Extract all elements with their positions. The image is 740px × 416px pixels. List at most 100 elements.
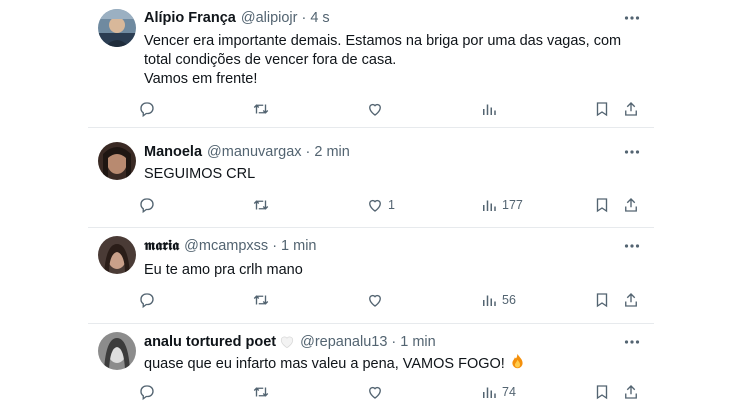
tweet-actions [138,97,642,121]
author-handle[interactable]: @mcampxss [184,238,268,254]
reply-icon [140,293,154,309]
author-handle[interactable]: @alipiojr [241,10,298,26]
tweet-text-line: Eu te amo pra crlh mano [144,262,303,278]
tweet[interactable]: Manoela @manuvargax · 2 min SEGUIMOS CRL… [88,128,654,228]
like-button[interactable]: 1 [366,193,395,217]
tweet-time[interactable]: 1 min [281,238,316,254]
retweet-icon [253,104,269,114]
tweet[interactable]: Alípio França @alipiojr · 4 s Vencer era… [88,0,654,128]
share-icon [625,198,637,212]
tweet-text-line: total condições de vencer fora de casa. [144,52,397,68]
reply-button[interactable] [138,193,160,217]
views-chart-icon [483,200,496,211]
author-handle[interactable]: @manuvargax [207,144,302,160]
views-button[interactable]: 177 [480,193,523,217]
bookmark-icon [596,198,608,213]
retweet-icon [253,200,269,210]
tweet-header: analu tortured poet @repanalu13 · 1 min [144,332,648,352]
share-button[interactable] [622,288,640,312]
tweet-actions: 74 [138,380,642,404]
tweet-header: 𝖒𝖆𝖗𝖎𝖆 @mcampxss · 1 min [144,236,648,256]
tweet-time[interactable]: 1 min [400,334,435,350]
like-button[interactable] [366,380,388,404]
tweet-text-line: Vamos em frente! [144,71,258,87]
views-chart-icon [483,104,496,115]
avatar[interactable] [98,9,136,47]
bookmark-button[interactable] [593,193,611,217]
author-name[interactable]: 𝖒𝖆𝖗𝖎𝖆 [144,238,179,254]
heart-icon [369,294,381,307]
white-heart-icon [281,336,294,349]
tweet[interactable]: analu tortured poet @repanalu13 · 1 min … [88,324,654,416]
heart-icon [369,386,381,399]
retweet-button[interactable] [252,380,274,404]
tweet-text: Vencer era importante demais. Estamos na… [144,32,634,89]
reply-button[interactable] [138,97,156,121]
bookmark-icon [596,102,608,117]
share-button[interactable] [622,193,640,217]
like-button[interactable] [366,97,384,121]
author-name[interactable]: analu tortured poet [144,334,276,350]
share-button[interactable] [622,97,640,121]
bookmark-button[interactable] [593,288,611,312]
tweet-actions: 1 177 [138,193,642,217]
tweet-text-line: SEGUIMOS CRL [144,166,256,182]
share-icon [625,102,637,116]
reply-button[interactable] [138,288,160,312]
fire-emoji-icon [512,353,523,369]
avatar[interactable] [98,142,136,180]
bookmark-button[interactable] [593,97,611,121]
more-options-icon[interactable] [620,8,644,28]
tweet-header: Alípio França @alipiojr · 4 s [144,8,648,28]
bookmark-icon [596,385,608,400]
author-name[interactable]: Alípio França [144,10,236,26]
heart-icon [369,199,381,212]
avatar[interactable] [98,332,136,370]
like-count: 1 [388,198,395,212]
retweet-icon [253,387,269,397]
tweet-text-line: Vencer era importante demais. Estamos na… [144,33,622,49]
separator: · [305,144,311,160]
heart-icon [369,103,381,116]
reply-icon [140,385,154,401]
author-name[interactable]: Manoela [144,144,202,160]
tweet-time[interactable]: 2 min [314,144,349,160]
views-chart-icon [483,387,496,398]
tweet-time[interactable]: 4 s [310,10,329,26]
tweet-timeline: Alípio França @alipiojr · 4 s Vencer era… [88,0,654,416]
reply-button[interactable] [138,380,160,404]
reply-icon [140,198,154,214]
retweet-button[interactable] [252,193,274,217]
views-button[interactable]: 74 [480,380,516,404]
more-options-icon[interactable] [620,236,644,256]
author-handle[interactable]: @repanalu13 [300,334,387,350]
separator: · [272,238,278,254]
tweet[interactable]: 𝖒𝖆𝖗𝖎𝖆 @mcampxss · 1 min Eu te amo pra cr… [88,228,654,324]
views-count: 74 [502,385,516,399]
tweet-header: Manoela @manuvargax · 2 min [144,142,648,162]
share-icon [625,293,637,307]
reply-icon [140,102,154,118]
avatar[interactable] [98,236,136,274]
retweet-icon [253,295,269,305]
more-options-icon[interactable] [620,142,644,162]
separator: · [391,334,397,350]
tweet-text: quase que eu infarto mas valeu a pena, V… [144,353,634,374]
tweet-text: Eu te amo pra crlh mano [144,261,634,280]
retweet-button[interactable] [252,97,270,121]
share-button[interactable] [622,380,640,404]
tweet-text-line: quase que eu infarto mas valeu a pena, V… [144,356,505,372]
tweet-text: SEGUIMOS CRL [144,165,634,184]
bookmark-button[interactable] [593,380,611,404]
bookmark-icon [596,293,608,308]
views-count: 56 [502,293,516,307]
tweet-actions: 56 [138,288,642,312]
retweet-button[interactable] [252,288,274,312]
views-count: 177 [502,198,523,212]
views-button[interactable]: 56 [480,288,516,312]
more-options-icon[interactable] [620,332,644,352]
share-icon [625,385,637,399]
separator: · [301,10,307,26]
views-button[interactable] [480,97,498,121]
like-button[interactable] [366,288,388,312]
